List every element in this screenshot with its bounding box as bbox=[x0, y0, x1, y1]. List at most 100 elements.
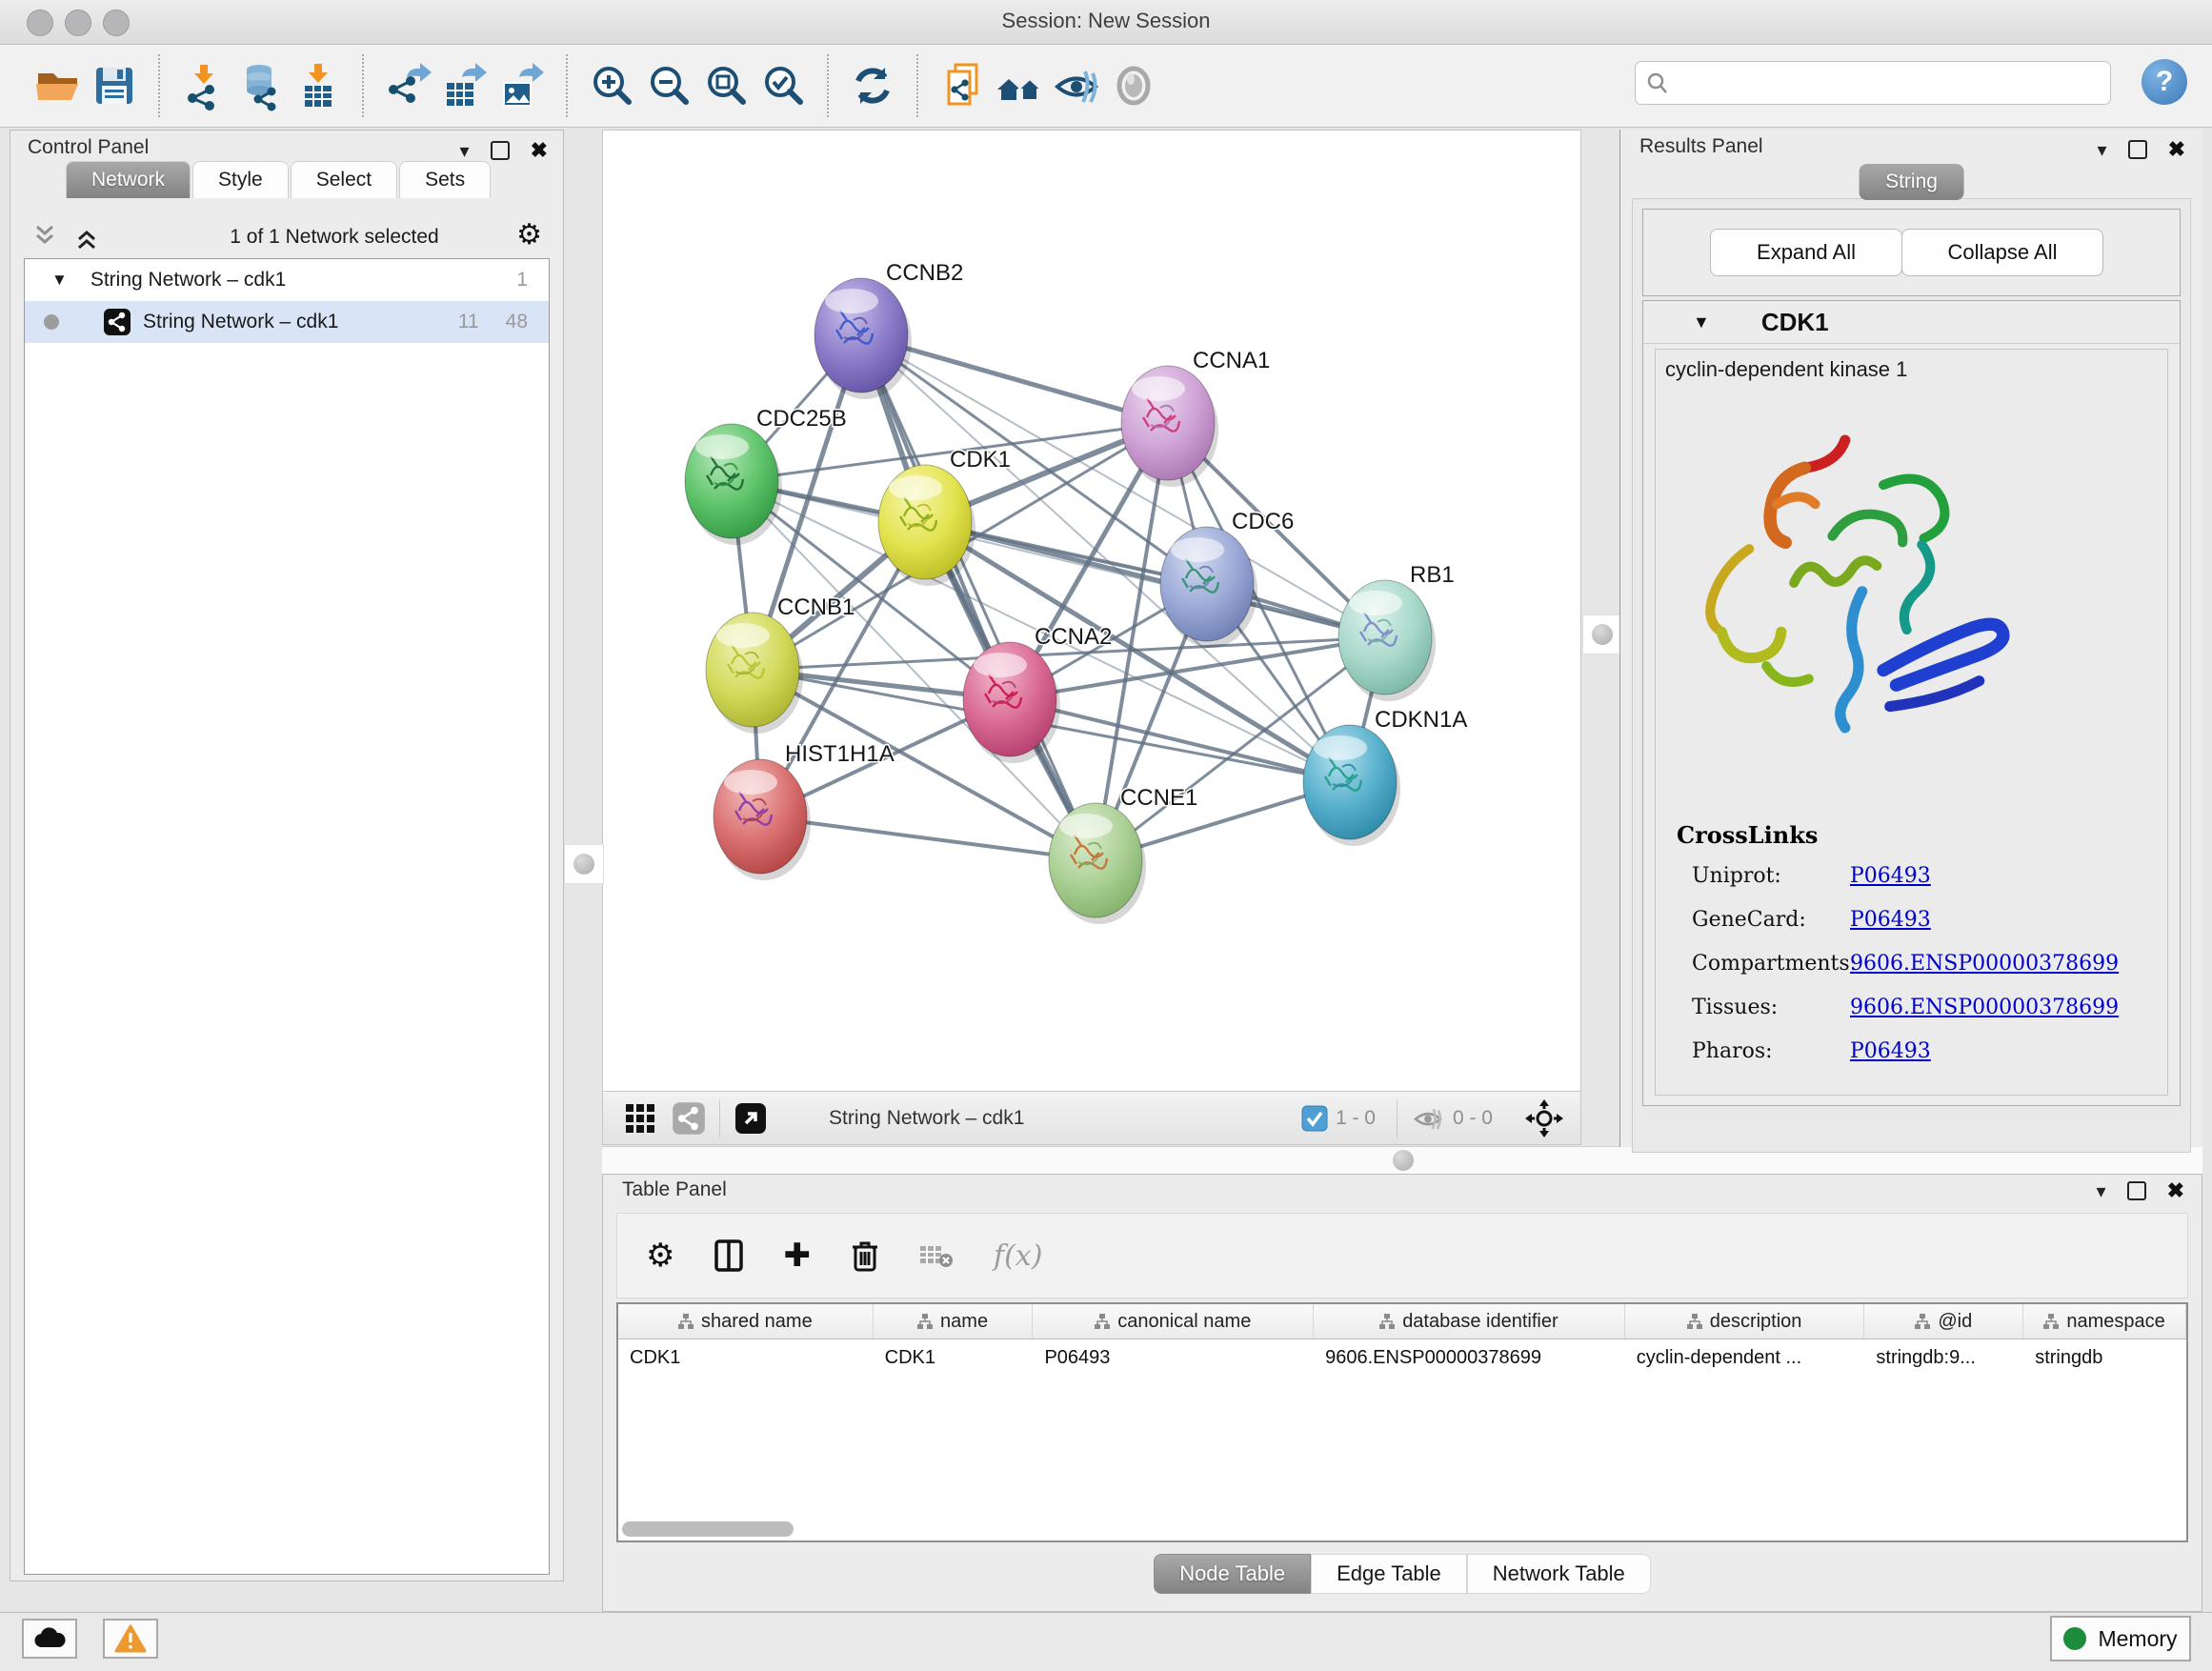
trash-icon[interactable] bbox=[851, 1238, 879, 1273]
table-cell[interactable]: stringdb:9... bbox=[1864, 1339, 2023, 1376]
first-neighbors-button[interactable] bbox=[991, 57, 1048, 114]
close-panel-icon[interactable]: ✖ bbox=[2167, 1178, 2184, 1203]
table-cell[interactable]: P06493 bbox=[1033, 1339, 1314, 1376]
crosslink-link[interactable]: 9606.ENSP00000378699 bbox=[1850, 952, 2119, 976]
export-table-button[interactable] bbox=[436, 57, 493, 114]
network-edge-CCNB2-CCNE1[interactable] bbox=[861, 335, 1096, 860]
detach-view-icon[interactable] bbox=[734, 1101, 768, 1136]
import-network-database-button[interactable] bbox=[232, 57, 290, 114]
zoom-in-button[interactable] bbox=[583, 57, 640, 114]
import-network-button[interactable] bbox=[175, 57, 232, 114]
selected-checkbox-icon[interactable] bbox=[1301, 1105, 1328, 1132]
cloud-status-button[interactable] bbox=[22, 1619, 77, 1659]
collapse-arrow-icon[interactable]: ▼ bbox=[51, 271, 68, 290]
open-session-button[interactable] bbox=[29, 57, 86, 114]
column-header-name[interactable]: name bbox=[874, 1304, 1034, 1339]
export-image-button[interactable] bbox=[493, 57, 551, 114]
node-gloss bbox=[889, 475, 942, 500]
panel-menu-icon[interactable]: ▾ bbox=[460, 139, 470, 163]
table-cell[interactable]: 9606.ENSP00000378699 bbox=[1314, 1339, 1625, 1376]
table-cell[interactable]: stringdb bbox=[2023, 1339, 2186, 1376]
refresh-icon bbox=[847, 60, 898, 111]
table-row[interactable]: CDK1CDK1P064939606.ENSP00000378699cyclin… bbox=[618, 1339, 2186, 1376]
column-header-@id[interactable]: @id bbox=[1864, 1304, 2023, 1339]
tab-string[interactable]: String bbox=[1859, 164, 1964, 200]
gear-icon[interactable]: ⚙ bbox=[516, 218, 542, 252]
gene-entry-body: cyclin-dependent kinase 1 bbox=[1655, 349, 2168, 1096]
save-floppy-icon bbox=[89, 60, 140, 111]
crosslink-link[interactable]: 9606.ENSP00000378699 bbox=[1850, 996, 2119, 1019]
tab-node-table[interactable]: Node Table bbox=[1154, 1554, 1311, 1594]
hidden-eye-icon bbox=[1411, 1104, 1445, 1133]
float-panel-icon[interactable] bbox=[2127, 1181, 2146, 1200]
crosslink-link[interactable]: P06493 bbox=[1850, 864, 1931, 888]
zoom-out-button[interactable] bbox=[640, 57, 697, 114]
crosslink-label: Pharos: bbox=[1692, 1039, 1850, 1063]
table-cell[interactable]: CDK1 bbox=[618, 1339, 874, 1376]
panel-menu-icon[interactable]: ▾ bbox=[2098, 138, 2107, 162]
collapse-all-icon[interactable] bbox=[31, 223, 64, 252]
gene-entry-header[interactable]: ▼ CDK1 bbox=[1643, 301, 2180, 344]
toolbar-separator bbox=[362, 54, 364, 117]
left-splitter-handle[interactable] bbox=[564, 844, 604, 884]
help-button[interactable]: ? bbox=[2142, 59, 2187, 105]
column-header-namespace[interactable]: namespace bbox=[2023, 1304, 2186, 1339]
collapse-all-button[interactable]: Collapse All bbox=[1901, 229, 2103, 276]
tab-network-table[interactable]: Network Table bbox=[1467, 1554, 1651, 1594]
column-header-shared-name[interactable]: shared name bbox=[618, 1304, 874, 1339]
delete-table-icon[interactable] bbox=[919, 1243, 954, 1268]
network-view-icon[interactable] bbox=[672, 1101, 706, 1136]
network-canvas[interactable]: CCNB2CCNA1CDC25BCDK1CDC6RB1CCNB1CCNA2CDK… bbox=[602, 130, 1581, 1092]
export-network-button[interactable] bbox=[379, 57, 436, 114]
column-header-description[interactable]: description bbox=[1625, 1304, 1865, 1339]
close-panel-icon[interactable]: ✖ bbox=[2168, 137, 2185, 162]
tab-edge-table[interactable]: Edge Table bbox=[1311, 1554, 1467, 1594]
hide-selected-button[interactable] bbox=[1048, 57, 1105, 114]
refresh-layout-button[interactable] bbox=[844, 57, 901, 114]
expand-all-icon[interactable] bbox=[73, 223, 106, 252]
float-panel-icon[interactable] bbox=[491, 141, 510, 160]
question-icon: ? bbox=[2156, 66, 2173, 98]
add-column-icon[interactable]: ✚ bbox=[783, 1237, 811, 1275]
show-all-button[interactable] bbox=[1105, 57, 1162, 114]
zoom-selected-icon bbox=[757, 60, 809, 111]
search-icon bbox=[1645, 70, 1670, 95]
new-network-from-selection-button[interactable] bbox=[934, 57, 991, 114]
expand-all-button[interactable]: Expand All bbox=[1710, 229, 1902, 276]
collapse-arrow-icon[interactable]: ▼ bbox=[1693, 312, 1710, 332]
zoom-selected-button[interactable] bbox=[754, 57, 812, 114]
memory-button[interactable]: Memory bbox=[2050, 1616, 2191, 1661]
function-builder-icon[interactable]: f(x) bbox=[994, 1239, 1042, 1273]
panel-menu-icon[interactable]: ▾ bbox=[2097, 1179, 2106, 1203]
crosslink-link[interactable]: P06493 bbox=[1850, 1039, 1931, 1063]
show-columns-icon[interactable] bbox=[714, 1239, 743, 1272]
crosslink-link[interactable]: P06493 bbox=[1850, 908, 1931, 932]
float-panel-icon[interactable] bbox=[2128, 140, 2147, 159]
network-row-selected[interactable]: String Network – cdk1 11 48 bbox=[25, 301, 549, 343]
crosslink-row: Tissues:9606.ENSP00000378699 bbox=[1692, 996, 2154, 1039]
tab-select[interactable]: Select bbox=[291, 161, 397, 198]
table-cell[interactable]: CDK1 bbox=[874, 1339, 1034, 1376]
table-horizontal-scrollbar[interactable] bbox=[622, 1521, 794, 1537]
network-collection-row[interactable]: ▼ String Network – cdk1 1 bbox=[25, 259, 549, 301]
column-header-database-identifier[interactable]: database identifier bbox=[1314, 1304, 1625, 1339]
import-table-button[interactable] bbox=[290, 57, 347, 114]
column-header-canonical-name[interactable]: canonical name bbox=[1033, 1304, 1314, 1339]
table-panel: Table Panel ▾ ✖ ⚙ ✚ f(x) bbox=[602, 1174, 2202, 1612]
tab-style[interactable]: Style bbox=[192, 161, 289, 198]
close-panel-icon[interactable]: ✖ bbox=[531, 138, 548, 163]
status-bar: Memory bbox=[0, 1612, 2212, 1671]
pan-crosshair-icon[interactable] bbox=[1525, 1099, 1563, 1137]
table-gear-icon[interactable]: ⚙ bbox=[646, 1237, 674, 1275]
search-input[interactable] bbox=[1670, 71, 2093, 95]
horizontal-splitter-handle[interactable] bbox=[1387, 1149, 1419, 1172]
grid-view-icon[interactable] bbox=[624, 1102, 656, 1135]
network-edge-CDK1-RB1[interactable] bbox=[925, 522, 1385, 637]
tab-network[interactable]: Network bbox=[66, 161, 191, 198]
save-session-button[interactable] bbox=[86, 57, 143, 114]
table-cell[interactable]: cyclin-dependent ... bbox=[1625, 1339, 1865, 1376]
right-splitter-handle[interactable] bbox=[1582, 614, 1622, 654]
zoom-fit-button[interactable] bbox=[697, 57, 754, 114]
warnings-button[interactable] bbox=[103, 1619, 158, 1659]
tab-sets[interactable]: Sets bbox=[399, 161, 491, 198]
